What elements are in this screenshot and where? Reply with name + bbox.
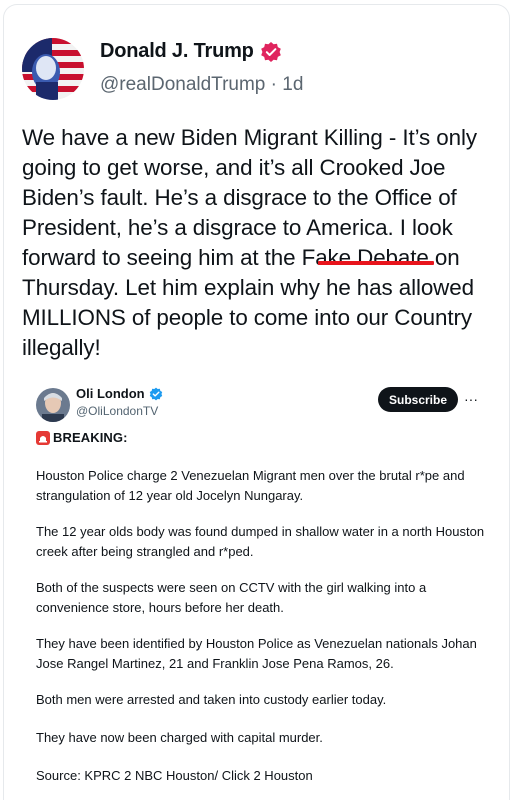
author-handle[interactable]: @realDonaldTrump [100,74,265,95]
embed-author-handle: @OliLondonTV [76,404,159,418]
more-options-icon: ··· [464,391,478,407]
embed-paragraph: The 12 year olds body was found dumped i… [36,524,485,559]
embed-paragraph: They have now been charged with capital … [36,730,323,745]
author-name[interactable]: Donald J. Trump [100,40,254,63]
tweet-text: We have a new Biden Migrant Killing - It… [22,123,498,363]
embed-paragraph: Houston Police charge 2 Venezuelan Migra… [36,468,465,503]
verified-badge-icon [260,41,282,63]
handle-row: @realDonaldTrump · 1d [100,74,303,96]
embed-paragraph: Both of the suspects were seen on CCTV w… [36,580,427,615]
embed-avatar[interactable] [36,388,70,422]
embed-paragraph: Source: KPRC 2 NBC Houston/ Click 2 Hous… [36,768,313,783]
red-underline-annotation [318,261,434,265]
subscribe-button: Subscribe [378,387,458,412]
embed-author-name: Oli London [76,386,145,401]
embed-paragraph: Both men were arrested and taken into cu… [36,692,387,707]
embedded-image[interactable]: Oli London @OliLondonTV Subscribe ··· BR… [22,368,498,800]
highlighted-phrase: Fake Debate [301,245,429,270]
avatar[interactable] [22,38,84,100]
embed-paragraph: They have been identified by Houston Pol… [36,636,477,671]
siren-icon [36,430,50,445]
verified-badge-icon [149,387,163,401]
breaking-label: BREAKING: [53,430,128,445]
tweet-time[interactable]: 1d [282,74,303,95]
separator-dot: · [270,74,277,95]
